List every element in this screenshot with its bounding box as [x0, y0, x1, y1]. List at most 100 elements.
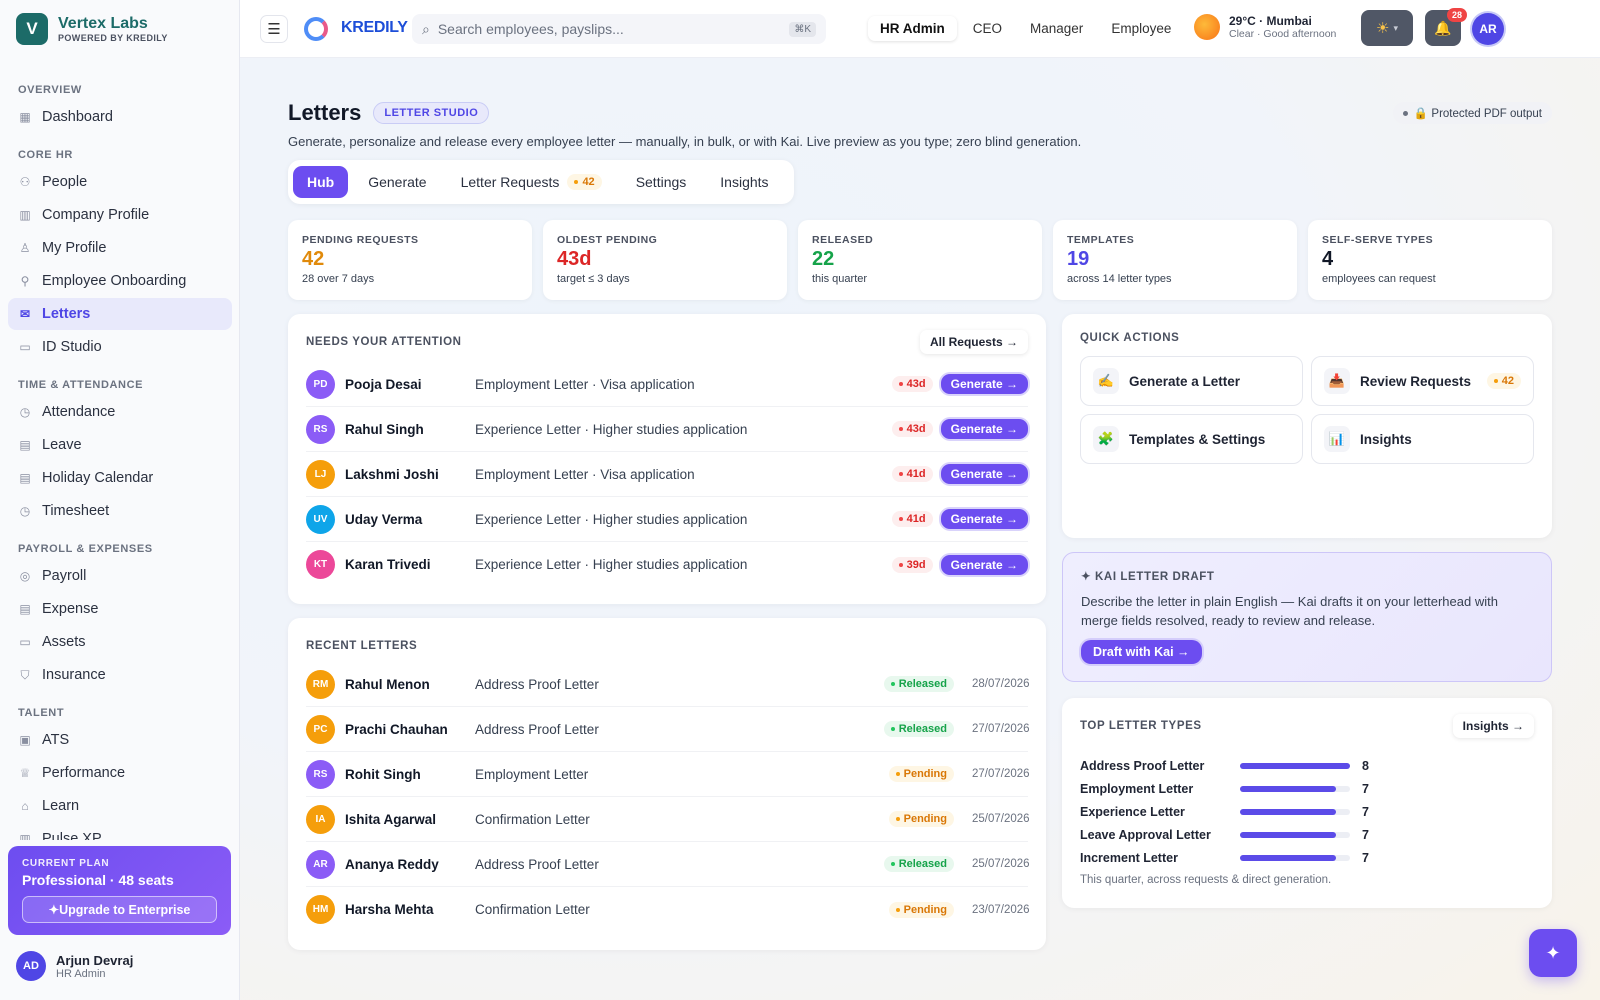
stat-note: target ≤ 3 days — [557, 273, 630, 285]
table-row[interactable]: RS Rohit Singh Employment Letter Pending 27/… — [306, 752, 1030, 797]
employee-name: Rohit Singh — [345, 766, 421, 782]
sidebar-item-attendance[interactable]: ◷ Attendance — [8, 396, 232, 428]
tab-label: Generate — [368, 174, 427, 190]
stat-value: 19 — [1067, 248, 1090, 270]
all-requests-link[interactable]: All Requests → — [919, 330, 1028, 354]
main-content: Letters LETTER STUDIO Generate, personal… — [240, 58, 1600, 1000]
generate-button[interactable]: Generate → — [940, 554, 1028, 575]
generate-button[interactable]: Generate → — [940, 419, 1028, 439]
status-dot — [1402, 110, 1408, 116]
sidebar-item-letters[interactable]: ✉ Letters — [8, 298, 232, 330]
status-dot — [898, 562, 903, 567]
employee-name: Ananya Reddy — [345, 856, 439, 872]
letter-type: Confirmation Letter — [475, 811, 590, 827]
sidebar-item-holiday-calendar[interactable]: ▤ Holiday Calendar — [8, 462, 232, 494]
generate-a-letter-button[interactable]: ✍️ Generate a Letter — [1080, 356, 1303, 406]
status-badge: Released — [883, 856, 954, 872]
sidebar-item-assets[interactable]: ▭ Assets — [8, 626, 232, 658]
ai-assistant-fab[interactable]: ✦ — [1529, 929, 1577, 977]
role-ceo[interactable]: CEO — [961, 16, 1014, 41]
insights-button[interactable]: 📊 Insights — [1311, 414, 1534, 464]
avatar[interactable]: AR — [1472, 13, 1504, 45]
bar-track — [1240, 785, 1350, 792]
employee-name: Uday Verma — [345, 511, 423, 527]
role-employee[interactable]: Employee — [1099, 16, 1183, 41]
sidebar-item-company-profile[interactable]: ▥ Company Profile — [8, 199, 232, 231]
status-dot — [895, 772, 900, 776]
shield-icon: ⛉ — [20, 668, 30, 682]
sidebar-item-id-studio[interactable]: ▭ ID Studio — [8, 331, 232, 363]
quick-actions-title: QUICK ACTIONS — [1080, 332, 1180, 344]
table-row[interactable]: AR Ananya Reddy Address Proof Letter Releas… — [306, 842, 1030, 887]
brand[interactable]: V Vertex Labs POWERED BY KREDILY — [16, 13, 168, 45]
nav-section-title: TALENT — [18, 707, 65, 719]
bar-fill — [1240, 785, 1337, 792]
generate-button[interactable]: Generate → — [940, 464, 1028, 484]
stat-card: OLDEST PENDING 43d target ≤ 3 days — [543, 220, 787, 300]
tab-settings[interactable]: Settings — [622, 166, 701, 198]
sidebar-item-pulse-xp[interactable]: ▥ Pulse XP — [8, 823, 232, 840]
nav-section-title: OVERVIEW — [18, 84, 82, 96]
sidebar-item-employee-onboarding[interactable]: ⚲ Employee Onboarding — [8, 265, 232, 297]
tab-hub[interactable]: Hub — [293, 166, 349, 198]
sidebar-item-performance[interactable]: ♕ Performance — [8, 757, 232, 789]
user-card[interactable]: AD Arjun Devraj HR Admin — [16, 951, 133, 981]
sidebar-item-label: My Profile — [42, 240, 107, 256]
sidebar-item-expense[interactable]: ▤ Expense — [8, 593, 232, 625]
sidebar-item-leave[interactable]: ▤ Leave — [8, 429, 232, 461]
status-label: Released — [898, 678, 947, 690]
sidebar-item-ats[interactable]: ▣ ATS — [8, 724, 232, 756]
search-input[interactable] — [437, 21, 778, 37]
chevron-down-icon: ▾ — [1393, 22, 1398, 33]
sidebar-item-timesheet[interactable]: ◷ Timesheet — [8, 495, 232, 527]
letter-type: Confirmation Letter — [475, 902, 590, 917]
avatar: AD — [16, 951, 46, 981]
role-hr-admin[interactable]: HR Admin — [868, 16, 957, 41]
letter-type-label: Address Proof Letter — [1080, 758, 1205, 773]
letter-type-label: Leave Approval Letter — [1080, 827, 1211, 842]
letter-type-row: Address Proof Letter 8 — [1080, 754, 1530, 777]
insights-link[interactable]: Insights → — [1452, 714, 1534, 738]
stat-card: TEMPLATES 19 across 14 letter types — [1053, 220, 1297, 300]
tab-insights[interactable]: Insights — [706, 166, 782, 198]
status-dot — [574, 180, 579, 184]
upgrade-button[interactable]: ✦Upgrade to Enterprise — [22, 896, 217, 923]
letter-description: Experience Letter · Higher studies appli… — [475, 421, 748, 437]
table-row[interactable]: IA Ishita Agarwal Confirmation Letter Pendi… — [306, 797, 1030, 842]
user-icon: ♙ — [19, 241, 31, 255]
hamburger-icon[interactable]: ☰ — [260, 15, 288, 43]
weather-sub: Clear · Good afternoon — [1229, 28, 1337, 40]
sidebar-item-dashboard[interactable]: ▦ Dashboard — [8, 101, 232, 133]
review-requests-button[interactable]: 📥 Review Requests 42 — [1311, 356, 1534, 406]
sidebar-item-insurance[interactable]: ⛉ Insurance — [8, 659, 232, 691]
employee-name: Ishita Agarwal — [345, 811, 437, 827]
table-row[interactable]: RM Rahul Menon Address Proof Letter Release… — [306, 662, 1030, 707]
letter-type-label: Experience Letter — [1080, 804, 1185, 819]
notifications-button[interactable]: 🔔 28 — [1425, 8, 1467, 46]
letter-type-count: 7 — [1362, 850, 1369, 865]
theme-toggle-button[interactable]: ☀ ▾ — [1361, 10, 1413, 46]
bar-fill — [1240, 854, 1337, 861]
table-row[interactable]: HM Harsha Mehta Confirmation Letter Pending… — [306, 887, 1030, 932]
generate-button[interactable]: Generate → — [940, 509, 1028, 529]
table-row[interactable]: PC Prachi Chauhan Address Proof Letter Rele… — [306, 707, 1030, 752]
weather-widget: 29°C · Mumbai Clear · Good afternoon — [1194, 14, 1336, 40]
weather-main: 29°C · Mumbai — [1229, 14, 1312, 28]
pending-age: 39d — [906, 558, 926, 571]
sidebar-item-people[interactable]: ⚇ People — [8, 166, 232, 198]
sidebar-item-learn[interactable]: ⌂ Learn — [8, 790, 232, 822]
bar-track — [1240, 808, 1350, 815]
employee-name: Lakshmi Joshi — [345, 466, 439, 482]
generate-button[interactable]: Generate → — [940, 374, 1028, 394]
puzzle-icon: 🧩 — [1093, 426, 1119, 452]
templates-settings-button[interactable]: 🧩 Templates & Settings — [1080, 414, 1303, 464]
stat-value: 4 — [1322, 248, 1334, 270]
sidebar-item-my-profile[interactable]: ♙ My Profile — [8, 232, 232, 264]
tab-letter-requests[interactable]: Letter Requests 42 — [447, 166, 616, 198]
employee-name: Rahul Menon — [345, 676, 430, 692]
tab-generate[interactable]: Generate — [354, 166, 440, 198]
role-manager[interactable]: Manager — [1018, 16, 1095, 41]
draft-with-kai-button[interactable]: Draft with Kai → — [1081, 640, 1202, 664]
status-dot — [898, 472, 903, 476]
sidebar-item-payroll[interactable]: ◎ Payroll — [8, 560, 232, 592]
